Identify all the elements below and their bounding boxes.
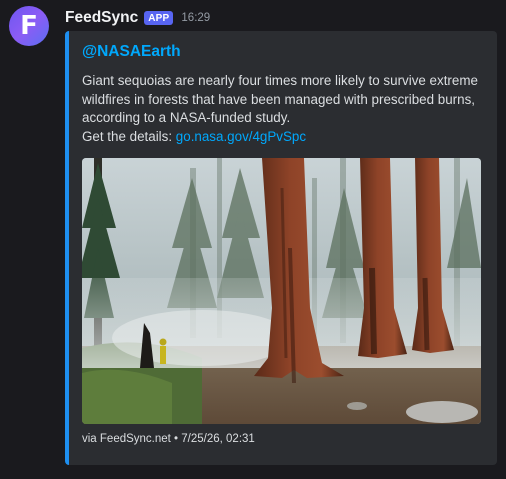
details-prefix: Get the details: xyxy=(82,128,176,144)
app-badge: APP xyxy=(144,11,174,25)
message-header: FeedSync APP 16:29 xyxy=(65,8,210,28)
embed-image[interactable] xyxy=(82,158,481,424)
avatar-letter: F xyxy=(20,11,38,41)
link-embed: @NASAEarth Giant sequoias are nearly fou… xyxy=(65,31,497,465)
chat-message: F FeedSync APP 16:29 @NASAEarth Giant se… xyxy=(0,0,506,479)
embed-description: Giant sequoias are nearly four times mor… xyxy=(82,72,487,146)
embed-description-line: according to a NASA-funded study. xyxy=(82,110,291,125)
embed-description-line: wildfires in forests that have been mana… xyxy=(82,91,476,107)
embed-footer: via FeedSync.net • 7/25/26, 02:31 xyxy=(82,433,255,445)
embed-details-line: Get the details: go.nasa.gov/4gPvSpc xyxy=(82,128,487,147)
avatar[interactable]: F xyxy=(9,6,49,46)
username[interactable]: FeedSync xyxy=(65,9,138,27)
embed-author[interactable]: @NASAEarth xyxy=(82,43,181,61)
details-link[interactable]: go.nasa.gov/4gPvSpc xyxy=(176,129,306,144)
embed-description-line: Giant sequoias are nearly four times mor… xyxy=(82,73,478,88)
sequoia-forest-photo xyxy=(82,158,481,424)
message-timestamp[interactable]: 16:29 xyxy=(181,12,210,24)
